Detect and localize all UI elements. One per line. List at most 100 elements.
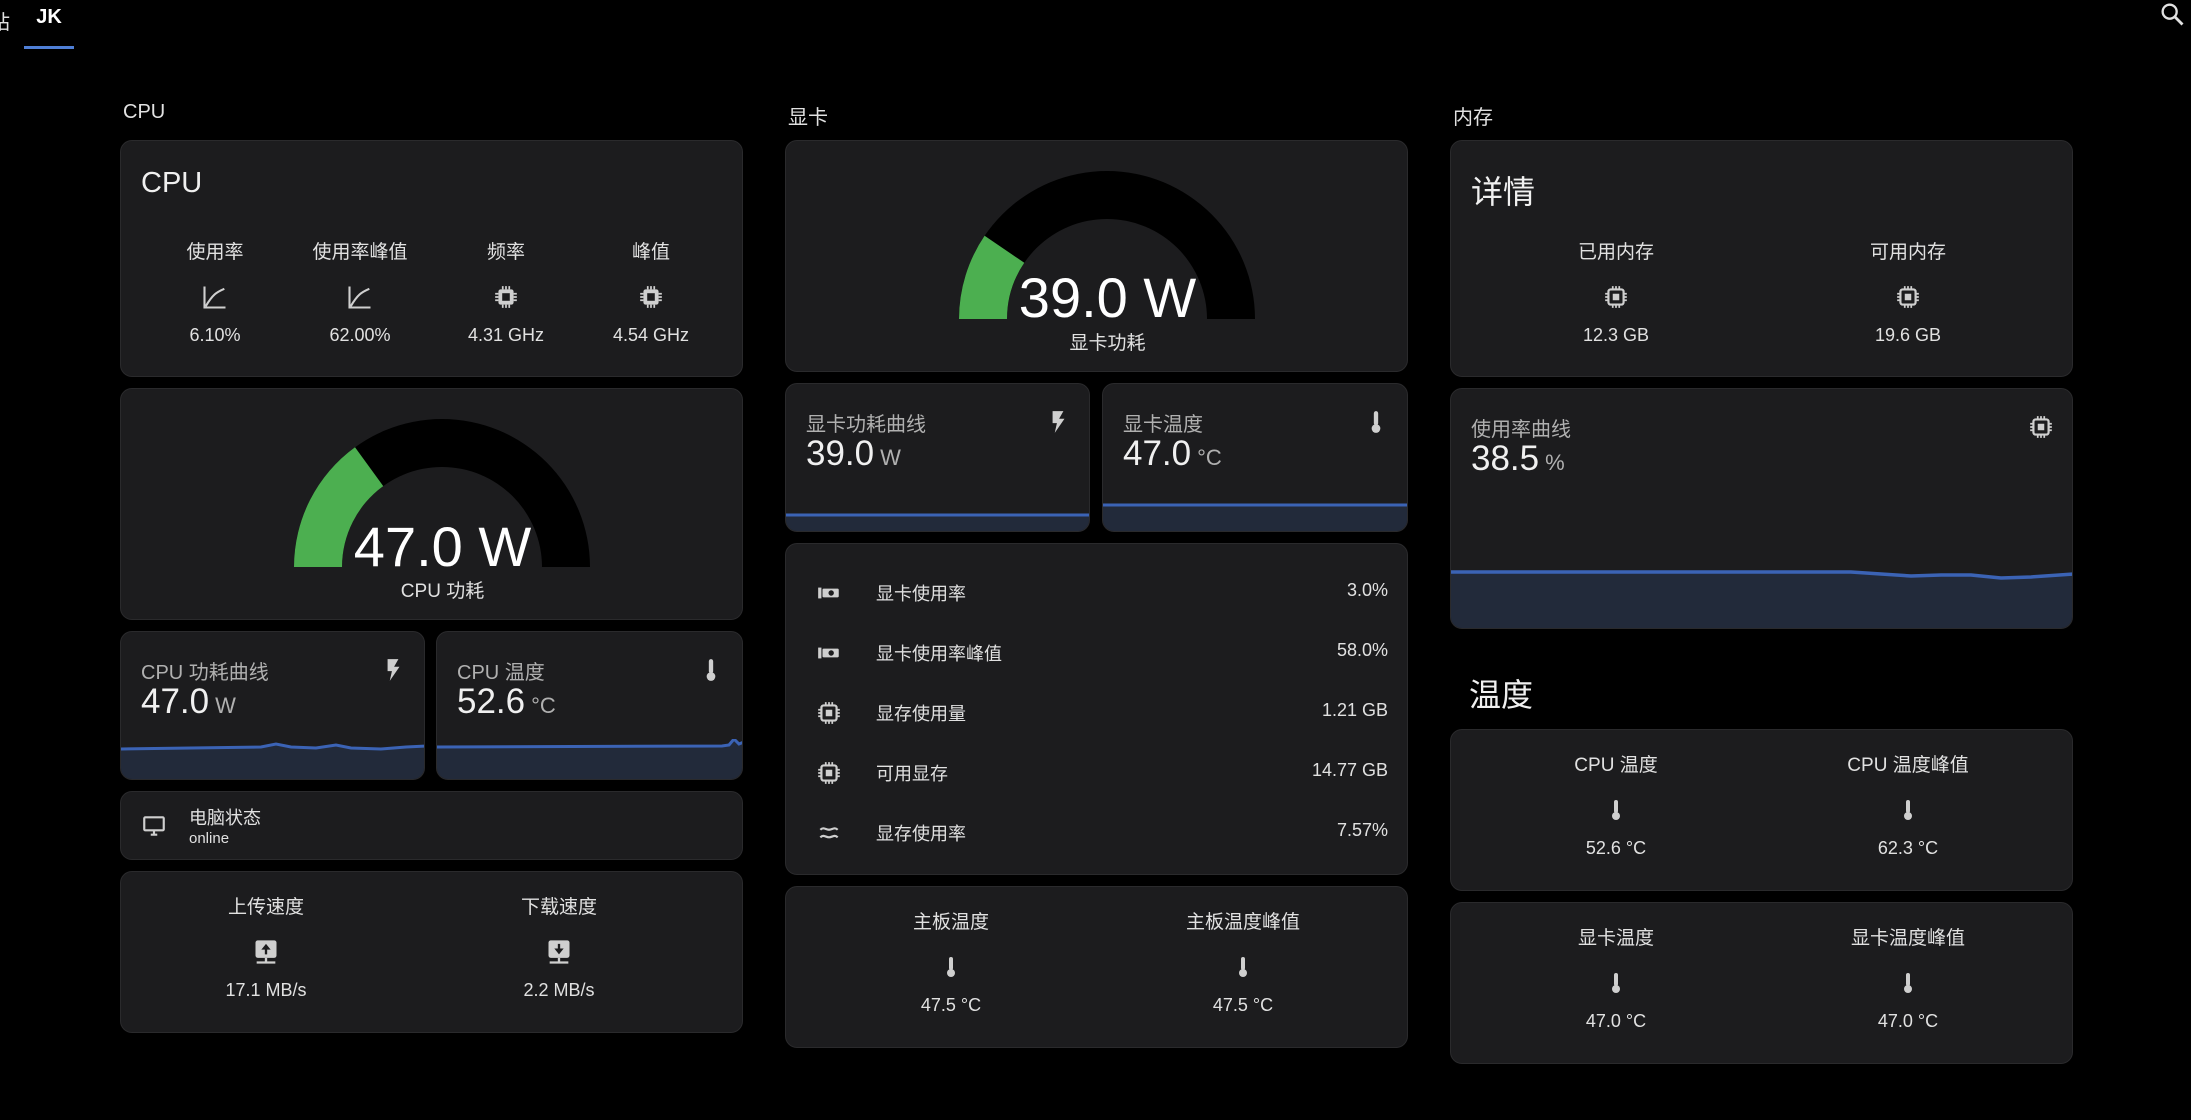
thermometer-icon: [1612, 973, 1620, 993]
chart-line-icon: [203, 286, 226, 309]
row-value: 3.0%: [1346, 580, 1388, 600]
gpu-row-usage[interactable]: 显卡使用率 3.0%: [786, 562, 1407, 622]
thermometer-icon: [1904, 973, 1912, 993]
sensor-name: CPU 功耗曲线: [141, 662, 269, 684]
upload-speed-stat[interactable]: 上传速度 17.1 MB/s: [193, 892, 339, 1001]
cpu-card-title: CPU: [141, 167, 203, 199]
gpu-row-vram-usage[interactable]: 显存使用率 7.57%: [786, 802, 1407, 862]
stat-value: 17.1 MB/s: [225, 980, 307, 1000]
monitor-icon: [143, 816, 165, 836]
gpu-temps-card[interactable]: 显卡温度 47.0 °C 显卡温度峰值 47.0 °C: [1450, 902, 2073, 1064]
gpu-power-gauge-card[interactable]: 39.0 W 显卡功耗: [785, 140, 1408, 372]
stat-label: 上传速度: [227, 897, 304, 918]
stat-value: 19.6 GB: [1874, 325, 1942, 345]
sensor-value: 39.0 W: [806, 434, 901, 473]
gpu-temp-peak-stat[interactable]: 显卡温度峰值 47.0 °C: [1835, 923, 1981, 1032]
memory-card-title: 详情: [1471, 174, 1536, 210]
cpu-power-label: CPU 功耗: [400, 581, 485, 602]
network-card[interactable]: 上传速度 17.1 MB/s 下载速度 2.2 MB/s: [120, 871, 743, 1033]
sensor-name: 显卡温度: [1123, 414, 1203, 436]
memory-usage-curve-card[interactable]: 使用率曲线 38.5%: [1450, 388, 2073, 629]
cpu-power-value: 47.0 W: [353, 515, 532, 578]
board-temp-stat[interactable]: 主板温度 47.5 °C: [878, 907, 1024, 1016]
stat-value: 6.10%: [189, 325, 241, 345]
cpu-temp-peak-stat[interactable]: CPU 温度峰值 62.3 °C: [1835, 750, 1981, 859]
stat-label: 显卡温度: [1577, 928, 1654, 949]
tab-jk-label: JK: [36, 6, 62, 28]
thermometer-icon: [706, 659, 716, 681]
stat-value: 4.54 GHz: [612, 325, 690, 345]
chip-icon: [2030, 416, 2052, 438]
memory-details-card[interactable]: 详情 已用内存 12.3 GB 可用内存 19.6 GB: [1450, 140, 2073, 377]
stat-value: 62.3 °C: [1877, 838, 1939, 858]
stat-label: 可用内存: [1869, 242, 1946, 263]
cpu-temp-stat[interactable]: CPU 温度 52.6 °C: [1543, 750, 1689, 859]
gpu-card-icon: [818, 587, 839, 599]
column-title-cpu: CPU: [123, 101, 166, 123]
chip-icon: [1605, 286, 1627, 308]
row-value: 58.0%: [1336, 640, 1388, 660]
gpu-power-sparkline: [786, 513, 1089, 531]
cpu-temp-card[interactable]: CPU 温度 52.6 °C: [436, 631, 743, 780]
stat-label: CPU 温度峰值: [1847, 755, 1969, 776]
stat-label: 主板温度峰值: [1185, 912, 1300, 933]
cpu-freq-peak-stat[interactable]: 峰值 4.54 GHz: [578, 237, 724, 346]
stat-label: 使用率: [186, 242, 244, 263]
top-bar: 站 JK: [0, 0, 2191, 52]
cpu-usage-peak-stat[interactable]: 使用率峰值 62.00%: [287, 237, 433, 346]
memory-free-stat[interactable]: 可用内存 19.6 GB: [1835, 237, 1981, 346]
sensor-value: 47.0 °C: [1123, 434, 1222, 473]
stat-label: 主板温度: [912, 912, 989, 933]
gpu-row-vram-free[interactable]: 可用显存 14.77 GB: [786, 742, 1407, 802]
stat-value: 47.0 °C: [1877, 1011, 1939, 1031]
stat-value: 2.2 MB/s: [523, 980, 595, 1000]
cpu-usage-stat[interactable]: 使用率 6.10%: [142, 237, 288, 346]
stat-value: 47.0 °C: [1585, 1011, 1647, 1031]
cpu-freq-stat[interactable]: 频率 4.31 GHz: [433, 237, 579, 346]
chip-icon: [640, 286, 662, 308]
active-tab-indicator: [24, 46, 74, 49]
gpu-temp-card[interactable]: 显卡温度 47.0 °C: [1102, 383, 1408, 532]
flash-icon: [1052, 411, 1065, 433]
download-speed-stat[interactable]: 下载速度 2.2 MB/s: [486, 892, 632, 1001]
gpu-row-usage-peak[interactable]: 显卡使用率峰值 58.0%: [786, 622, 1407, 682]
chart-line-icon: [348, 286, 371, 309]
approx-icon: [819, 827, 839, 839]
sensor-name: 使用率曲线: [1471, 419, 1571, 441]
pc-status-state: online: [189, 830, 230, 847]
cpu-card[interactable]: CPU 使用率 6.10% 使用率峰值 62.00% 频率 4.31 GHz 峰…: [120, 140, 743, 377]
stat-label: 峰值: [631, 242, 670, 263]
row-value: 1.21 GB: [1321, 700, 1388, 720]
gpu-temp-stat[interactable]: 显卡温度 47.0 °C: [1543, 923, 1689, 1032]
gpu-power-label: 显卡功耗: [1069, 333, 1146, 354]
chip-icon: [495, 286, 517, 308]
stat-label: 使用率峰值: [312, 242, 408, 263]
cpu-power-sparkline: [121, 742, 424, 779]
board-temp-peak-stat[interactable]: 主板温度峰值 47.5 °C: [1170, 907, 1316, 1016]
gpu-power-curve-card[interactable]: 显卡功耗曲线 39.0 W: [785, 383, 1090, 532]
sensor-value: 47.0 W: [141, 682, 236, 721]
stat-label: 下载速度: [520, 897, 597, 918]
board-temp-card[interactable]: 主板温度 47.5 °C 主板温度峰值 47.5 °C: [785, 886, 1408, 1048]
pc-status-card[interactable]: 电脑状态 online: [120, 791, 743, 860]
temps-section-title: 温度: [1469, 677, 1534, 713]
row-label: 显卡使用率: [876, 584, 966, 604]
search-button[interactable]: [2158, 0, 2186, 28]
gpu-temp-sparkline: [1103, 503, 1407, 531]
cpu-power-curve-card[interactable]: CPU 功耗曲线 47.0 W: [120, 631, 425, 780]
cpu-temps-card[interactable]: CPU 温度 52.6 °C CPU 温度峰值 62.3 °C: [1450, 729, 2073, 891]
cpu-power-gauge-card[interactable]: 47.0 W CPU 功耗: [120, 388, 743, 620]
tab-jk[interactable]: JK: [24, 0, 74, 50]
memory-usage-sparkline: [1451, 570, 2072, 628]
stat-label: 频率: [486, 242, 525, 263]
download-network-icon: [548, 940, 570, 964]
gpu-card-icon: [818, 647, 839, 659]
gpu-row-vram-used[interactable]: 显存使用量 1.21 GB: [786, 682, 1407, 742]
search-icon: [2161, 3, 2184, 26]
chip-icon: [818, 702, 840, 724]
row-value: 7.57%: [1336, 820, 1388, 840]
memory-used-stat[interactable]: 已用内存 12.3 GB: [1543, 237, 1689, 346]
gpu-details-card[interactable]: 显卡使用率 3.0% 显卡使用率峰值 58.0% 显存使用量 1.21 GB 可…: [785, 543, 1408, 875]
tab-partial[interactable]: 站: [0, 6, 10, 35]
chip-icon: [818, 762, 840, 784]
